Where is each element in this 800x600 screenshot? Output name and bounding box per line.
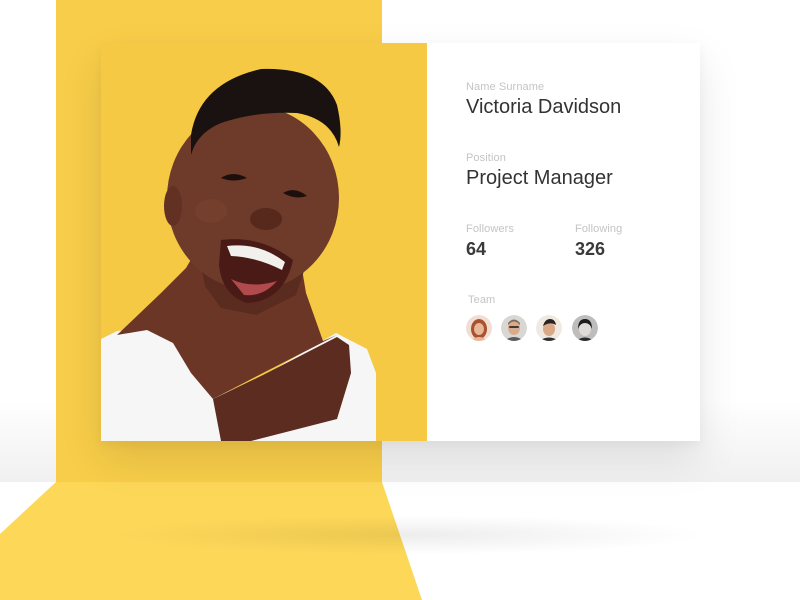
profile-info-panel: Name Surname Victoria Davidson Position … (466, 43, 700, 441)
team-avatar-2[interactable] (501, 315, 527, 341)
following-count: 326 (575, 239, 606, 259)
profile-photo-area (101, 43, 427, 441)
profile-card: Name Surname Victoria Davidson Position … (101, 43, 700, 441)
followers-count: 64 (466, 239, 487, 259)
team-avatar-3[interactable] (536, 315, 562, 341)
followers-label: Followers (466, 223, 514, 235)
team-label: Team (468, 294, 496, 306)
profile-position: Project Manager (466, 167, 613, 189)
following-label: Following (575, 223, 623, 235)
name-label: Name Surname (466, 81, 545, 93)
profile-name: Victoria Davidson (466, 96, 622, 118)
position-label: Position (466, 152, 506, 164)
profile-portrait (101, 68, 376, 441)
team-avatar-1[interactable] (466, 315, 492, 341)
team-avatar-4[interactable] (572, 315, 598, 341)
card-floor-shadow (110, 515, 710, 555)
